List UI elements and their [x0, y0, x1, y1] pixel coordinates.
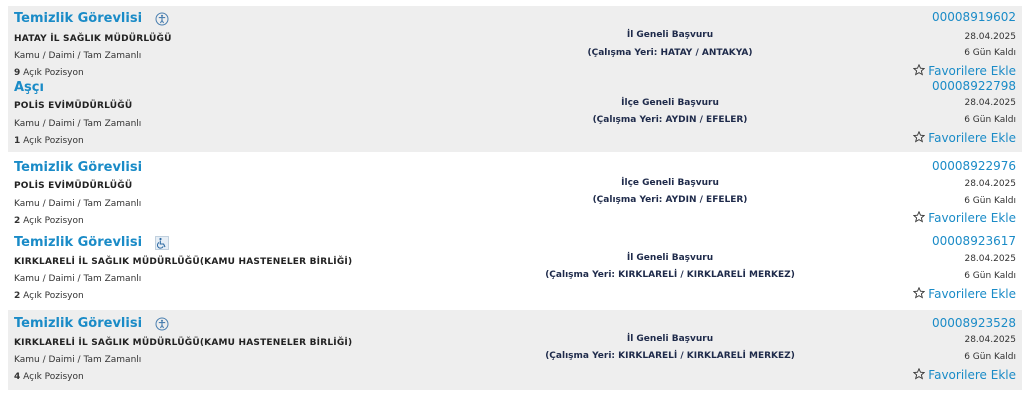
institution-name: KIRKLARELİ İL SAĞLIK MÜDÜRLÜĞÜ(KAMU HAST… — [14, 338, 353, 348]
job-listing-row: Temizlik Görevlisi HATAY İL SAĞLIK MÜDÜR… — [8, 6, 1022, 80]
star-icon — [913, 368, 926, 380]
days-left: 6 Gün Kaldı — [964, 196, 1016, 206]
job-title-link[interactable]: Temizlik Görevlisi — [14, 316, 169, 331]
work-location: (Çalışma Yeri: AYDIN / EFELER) — [592, 115, 748, 125]
employment-type: Kamu / Daimi / Tam Zamanlı — [14, 199, 142, 209]
add-to-favorites-button[interactable]: Favorilere Ekle — [913, 211, 1016, 225]
favorites-label[interactable]: Favorilere Ekle — [928, 131, 1016, 145]
application-scope: İlçe Geneli Başvuru — [621, 178, 719, 188]
institution-name: KIRKLARELİ İL SAĞLIK MÜDÜRLÜĞÜ(KAMU HAST… — [14, 257, 353, 267]
positions-label: Açık Pozisyon — [23, 372, 84, 382]
add-to-favorites-button[interactable]: Favorilere Ekle — [913, 131, 1016, 145]
work-location: (Çalışma Yeri: AYDIN / EFELER) — [592, 195, 748, 205]
employment-type: Kamu / Daimi / Tam Zamanlı — [14, 274, 142, 284]
star-icon — [913, 211, 926, 223]
application-scope: İl Geneli Başvuru — [626, 30, 714, 40]
institution-name: HATAY İL SAĞLIK MÜDÜRLÜĞÜ — [14, 34, 172, 44]
days-left: 6 Gün Kaldı — [964, 352, 1016, 362]
job-title-text[interactable]: Temizlik Görevlisi — [14, 160, 142, 175]
accessibility-icon — [155, 12, 169, 25]
positions-count: 4 — [14, 372, 21, 382]
positions-count: 9 — [14, 68, 21, 78]
star-icon — [913, 64, 926, 76]
work-location: (Çalışma Yeri: HATAY / ANTAKYA) — [587, 48, 753, 58]
job-listing-list: Temizlik Görevlisi HATAY İL SAĞLIK MÜDÜR… — [0, 0, 1024, 394]
positions-label: Açık Pozisyon — [23, 136, 84, 146]
favorites-label[interactable]: Favorilere Ekle — [928, 368, 1016, 382]
work-location: (Çalışma Yeri: KIRKLARELİ / KIRKLARELİ M… — [545, 351, 795, 361]
listing-date: 28.04.2025 — [964, 335, 1016, 345]
job-title-link[interactable]: Temizlik Görevlisi — [14, 160, 142, 175]
positions-label: Açık Pozisyon — [23, 216, 84, 226]
job-title-text[interactable]: Aşçı — [14, 80, 44, 95]
employment-type: Kamu / Daimi / Tam Zamanlı — [14, 51, 142, 61]
listing-date: 28.04.2025 — [964, 98, 1016, 108]
favorites-label[interactable]: Favorilere Ekle — [928, 64, 1016, 78]
job-title-text[interactable]: Temizlik Görevlisi — [14, 11, 142, 26]
days-left: 6 Gün Kaldı — [964, 48, 1016, 58]
institution-name: POLİS EVİMÜDÜRLÜĞÜ — [14, 181, 133, 191]
positions-label: Açık Pozisyon — [23, 68, 84, 78]
open-positions: 1 Açık Pozisyon — [14, 136, 84, 146]
employment-type: Kamu / Daimi / Tam Zamanlı — [14, 119, 142, 129]
add-to-favorites-button[interactable]: Favorilere Ekle — [913, 368, 1016, 382]
positions-count: 2 — [14, 216, 21, 226]
listing-code-link[interactable]: 00008922976 — [932, 159, 1016, 173]
add-to-favorites-button[interactable]: Favorilere Ekle — [913, 64, 1016, 78]
job-title-text[interactable]: Temizlik Görevlisi — [14, 235, 142, 250]
job-title-link[interactable]: Aşçı — [14, 80, 44, 95]
favorites-label[interactable]: Favorilere Ekle — [928, 211, 1016, 225]
add-to-favorites-button[interactable]: Favorilere Ekle — [913, 287, 1016, 301]
open-positions: 2 Açık Pozisyon — [14, 216, 84, 226]
job-title-link[interactable]: Temizlik Görevlisi — [14, 235, 169, 250]
listing-date: 28.04.2025 — [964, 32, 1016, 42]
listing-date: 28.04.2025 — [964, 254, 1016, 264]
application-scope: İlçe Geneli Başvuru — [621, 98, 719, 108]
job-title-text[interactable]: Temizlik Görevlisi — [14, 316, 142, 331]
favorites-label[interactable]: Favorilere Ekle — [928, 287, 1016, 301]
days-left: 6 Gün Kaldı — [964, 115, 1016, 125]
open-positions: 2 Açık Pozisyon — [14, 291, 84, 301]
job-listing-row: Aşçı POLİS EVİMÜDÜRLÜĞÜ Kamu / Daimi / T… — [8, 79, 1022, 152]
open-positions: 4 Açık Pozisyon — [14, 372, 84, 382]
job-title-link[interactable]: Temizlik Görevlisi — [14, 11, 169, 26]
listing-code-link[interactable]: 00008923528 — [932, 316, 1016, 330]
listing-code-link[interactable]: 00008919602 — [932, 10, 1016, 24]
positions-count: 1 — [14, 136, 21, 146]
listing-date: 28.04.2025 — [964, 179, 1016, 189]
positions-count: 2 — [14, 291, 21, 301]
days-left: 6 Gün Kaldı — [964, 271, 1016, 281]
positions-label: Açık Pozisyon — [23, 291, 84, 301]
wheelchair-icon — [154, 235, 169, 250]
job-listing-row: Temizlik Görevlisi KIRKLARELİ İL SAĞLIK … — [8, 310, 1022, 390]
employment-type: Kamu / Daimi / Tam Zamanlı — [14, 355, 142, 365]
listing-code-link[interactable]: 00008922798 — [932, 79, 1016, 93]
application-scope: İl Geneli Başvuru — [626, 334, 714, 344]
application-scope: İl Geneli Başvuru — [626, 253, 714, 263]
listing-code-link[interactable]: 00008923617 — [932, 234, 1016, 248]
open-positions: 9 Açık Pozisyon — [14, 68, 84, 78]
work-location: (Çalışma Yeri: KIRKLARELİ / KIRKLARELİ M… — [545, 270, 795, 280]
accessibility-icon — [155, 317, 169, 330]
star-icon — [913, 287, 926, 299]
job-listing-row: Temizlik Görevlisi KIRKLARELİ İL SAĞLIK … — [8, 232, 1022, 308]
star-icon — [913, 131, 926, 143]
job-listing-row: Temizlik Görevlisi POLİS EVİMÜDÜRLÜĞÜ Ka… — [8, 152, 1022, 232]
institution-name: POLİS EVİMÜDÜRLÜĞÜ — [14, 101, 133, 111]
